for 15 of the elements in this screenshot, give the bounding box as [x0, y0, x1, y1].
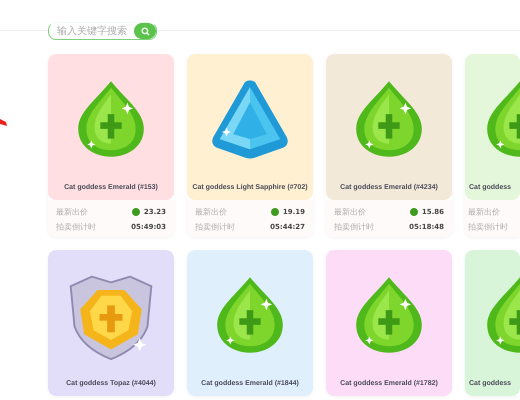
countdown-label: 拍卖倒计时 [56, 222, 97, 232]
countdown-label: 拍卖倒计时 [334, 222, 375, 232]
coin-icon [132, 208, 140, 216]
bid-label: 最新出价 [468, 206, 501, 218]
search-icon [140, 26, 150, 36]
search-field[interactable]: 输入关键字搜索 [48, 22, 157, 40]
search-button[interactable] [134, 23, 156, 39]
countdown-label: 拍卖倒计时 [195, 222, 236, 232]
bid-label: 最新出价 [334, 206, 367, 218]
triangle-mark-icon [0, 118, 8, 126]
countdown-label: 拍卖倒计时 [468, 222, 509, 232]
coin-icon [270, 208, 279, 216]
bid-label: 最新出价 [56, 206, 89, 218]
coin-icon [410, 208, 418, 216]
bid-label: 最新出价 [195, 206, 228, 218]
